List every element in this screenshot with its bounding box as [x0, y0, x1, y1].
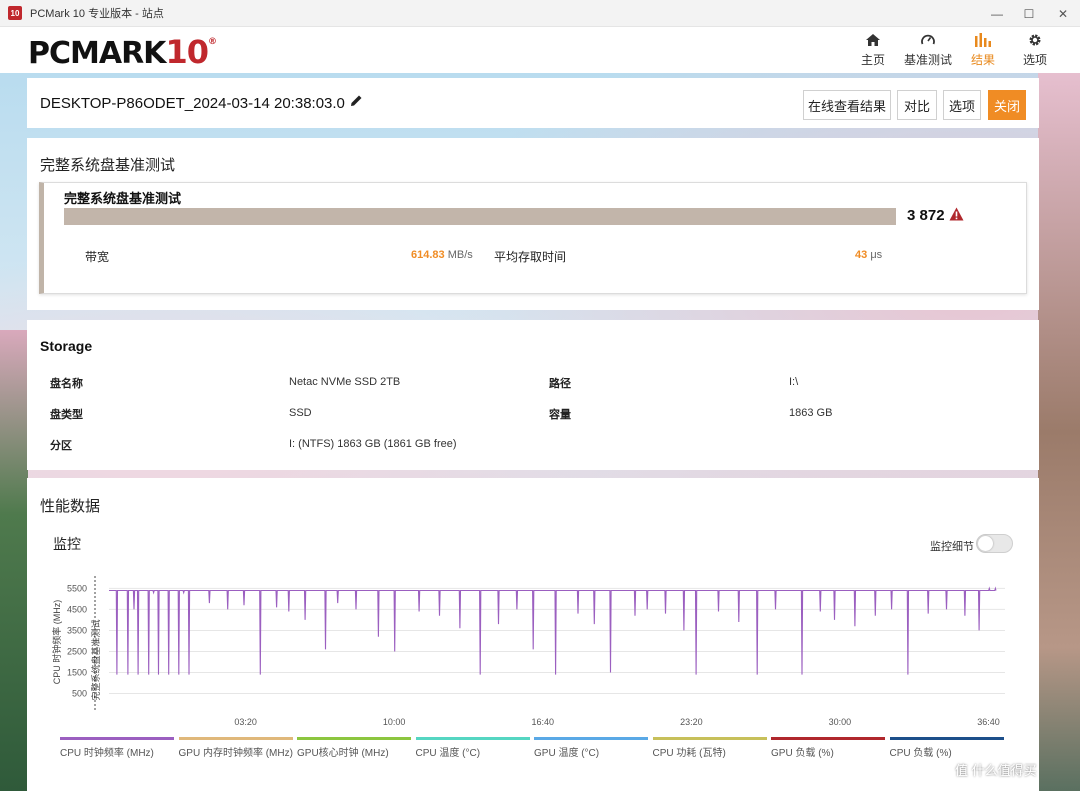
- y-tick-label: 4500: [67, 604, 87, 614]
- storage-panel: Storage 盘名称 Netac NVMe SSD 2TB 路径 I:\ 盘类…: [27, 320, 1039, 470]
- main-nav: 主页 基准测试 结果 选项: [846, 29, 1060, 68]
- legend-label: GPU 内存时钟频率 (MHz): [178, 748, 293, 759]
- x-tick-label: 16:40: [531, 717, 554, 727]
- drive-type-value: SSD: [289, 407, 312, 419]
- performance-title: 性能数据: [40, 498, 101, 515]
- monitor-detail-toggle[interactable]: [976, 534, 1013, 553]
- result-header-panel: DESKTOP-P86ODET_2024-03-14 20:38:03.0 在线…: [27, 78, 1039, 128]
- legend-label: GPU核心时钟 (MHz): [297, 748, 389, 759]
- capacity-value: 1863 GB: [789, 407, 833, 419]
- monitor-title: 监控: [53, 536, 81, 552]
- maximize-button[interactable]: ☐: [1012, 0, 1046, 27]
- score-card: 完整系统盘基准测试 3 872 带宽 614.83 MB/s 平均存取时间 43…: [39, 182, 1027, 294]
- bar-chart-icon: [974, 29, 992, 51]
- legend-item[interactable]: GPU 温度 (°C): [534, 737, 648, 759]
- wallpaper-tree-left: [0, 330, 28, 791]
- bandwidth-label: 带宽: [85, 250, 110, 264]
- x-tick-label: 30:00: [829, 717, 852, 727]
- legend-label: CPU 负载 (%): [889, 748, 952, 759]
- result-name: DESKTOP-P86ODET_2024-03-14 20:38:03.0: [40, 95, 345, 112]
- y-tick-label: 500: [72, 688, 87, 698]
- latency-label: 平均存取时间: [494, 250, 567, 264]
- legend-swatch: [60, 737, 174, 740]
- legend-swatch: [652, 737, 767, 740]
- edit-pencil-icon[interactable]: [350, 94, 363, 110]
- minimize-button[interactable]: —: [982, 0, 1012, 27]
- monitoring-chart[interactable]: 500 1500 2500 3500 4500 5500 03:20 10:00 16:40 23…: [47, 574, 1007, 734]
- chart-legend: CPU 时钟频率 (MHz) GPU 内存时钟频率 (MHz) GPU核心时钟 (M…: [60, 737, 1010, 767]
- storage-title: Storage: [40, 338, 93, 354]
- monitor-detail-label: 监控细节: [930, 541, 974, 553]
- pcmark-logo: PCMARK10®: [28, 33, 217, 71]
- window-title: PCMark 10 专业版本 - 站点: [30, 8, 164, 20]
- app-header: PCMARK10® 主页 基准测试 结果 选项: [0, 27, 1080, 73]
- y-axis-label: CPU 时钟频率 (MHz): [51, 600, 62, 685]
- wallpaper-tree-right: [1038, 73, 1080, 791]
- legend-label: CPU 时钟频率 (MHz): [60, 748, 154, 759]
- capacity-label: 容量: [549, 409, 571, 421]
- legend-item[interactable]: CPU 功耗 (瓦特): [652, 737, 767, 759]
- window-titlebar: 10 PCMark 10 专业版本 - 站点 — ☐ ✕: [0, 0, 1080, 27]
- drive-name-label: 盘名称: [50, 378, 83, 390]
- legend-label: CPU 功耗 (瓦特): [652, 748, 726, 759]
- legend-swatch: [771, 737, 885, 740]
- options-button[interactable]: 选项: [943, 90, 981, 120]
- gauge-icon: [920, 29, 936, 51]
- nav-benchmarks[interactable]: 基准测试: [900, 29, 956, 68]
- compare-button[interactable]: 对比: [897, 90, 937, 120]
- legend-swatch: [178, 737, 293, 740]
- gear-icon: [1027, 29, 1043, 51]
- legend-swatch: [889, 737, 1004, 740]
- partition-label: 分区: [50, 440, 72, 452]
- legend-item[interactable]: CPU 时钟频率 (MHz): [60, 737, 174, 759]
- y-tick-label: 2500: [67, 646, 87, 656]
- legend-item[interactable]: GPU 内存时钟频率 (MHz): [178, 737, 293, 759]
- x-tick-label: 23:20: [680, 717, 703, 727]
- nav-options[interactable]: 选项: [1010, 29, 1060, 68]
- window-controls: — ☐ ✕: [982, 0, 1080, 27]
- app-icon: 10: [8, 6, 22, 20]
- cpu-clock-series-line: [109, 586, 997, 675]
- x-tick-label: 03:20: [234, 717, 257, 727]
- legend-label: CPU 温度 (°C): [415, 748, 481, 759]
- legend-swatch: [297, 737, 411, 740]
- path-value: I:\: [789, 376, 799, 388]
- legend-swatch: [534, 737, 648, 740]
- close-result-button[interactable]: 关闭: [988, 90, 1026, 120]
- card-title: 完整系统盘基准测试: [64, 191, 182, 206]
- nav-home[interactable]: 主页: [848, 29, 898, 68]
- drive-name-value: Netac NVMe SSD 2TB: [289, 376, 401, 388]
- performance-panel: 性能数据 监控 监控细节 500 1500 2500 3500 4500 5500 03:2…: [27, 478, 1039, 791]
- bandwidth-value: 614.83 MB/s: [411, 249, 473, 261]
- watermark-text: 值 什么值得买: [955, 763, 1037, 778]
- legend-swatch: [415, 737, 530, 740]
- legend-label: GPU 负载 (%): [771, 748, 834, 759]
- legend-item[interactable]: CPU 负载 (%): [889, 737, 1004, 759]
- toggle-knob: [978, 536, 993, 551]
- legend-item[interactable]: CPU 温度 (°C): [415, 737, 530, 759]
- nav-results[interactable]: 结果: [958, 29, 1008, 68]
- view-online-button[interactable]: 在线查看结果: [803, 90, 891, 120]
- y-tick-label: 1500: [67, 667, 87, 677]
- x-tick-label: 10:00: [383, 717, 406, 727]
- latency-value: 43 μs: [855, 249, 883, 261]
- y-tick-label: 5500: [67, 583, 87, 593]
- legend-item[interactable]: GPU核心时钟 (MHz): [297, 737, 411, 759]
- x-tick-label: 36:40: [977, 717, 1000, 727]
- score-bar: [64, 208, 896, 225]
- disk-benchmark-panel: 完整系统盘基准测试 完整系统盘基准测试 3 872 带宽 614.83 MB/s…: [27, 138, 1039, 310]
- score-value: 3 872: [907, 207, 945, 224]
- warning-icon[interactable]: [949, 207, 964, 226]
- home-icon: [865, 29, 881, 51]
- close-window-button[interactable]: ✕: [1046, 0, 1080, 27]
- y-tick-label: 3500: [67, 625, 87, 635]
- path-label: 路径: [549, 378, 571, 390]
- section-title: 完整系统盘基准测试: [40, 157, 176, 174]
- legend-label: GPU 温度 (°C): [534, 748, 600, 759]
- partition-value: I: (NTFS) 1863 GB (1861 GB free): [289, 438, 457, 450]
- legend-item[interactable]: GPU 负载 (%): [771, 737, 885, 759]
- drive-type-label: 盘类型: [50, 409, 83, 421]
